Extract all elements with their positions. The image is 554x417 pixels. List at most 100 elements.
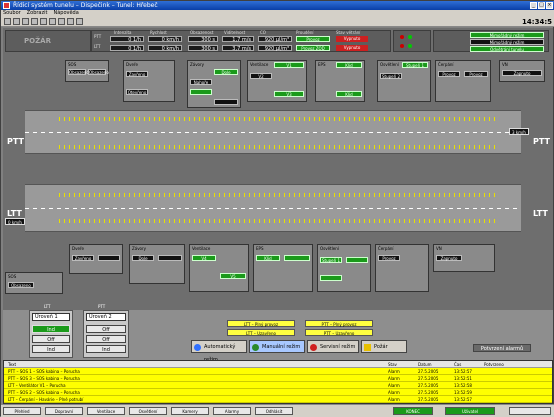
mode-summary-1: Mimořádný režim (470, 32, 544, 38)
toolbar: 14:34:5 (1, 17, 554, 27)
group-barriers-top[interactable]: Závory Dole Nahoře (187, 60, 241, 108)
portal-ptt-left: PTT (7, 137, 24, 146)
group-pumping-top[interactable]: Čerpání Provoz Provoz (435, 60, 491, 102)
ptt-off-button[interactable]: Off (86, 325, 126, 333)
exit-button[interactable]: KONEC (393, 407, 433, 415)
user-icon[interactable] (58, 18, 65, 25)
lighting-row (59, 117, 499, 121)
group-sos-top[interactable]: SOS Obsazeno Obsazeno (65, 60, 109, 82)
ptt-flow: Provoz (296, 36, 330, 42)
ptt-closed-button[interactable]: PTT – Uzavřeno (305, 329, 373, 336)
signal-green-icon (408, 44, 412, 48)
automatic-mode-button[interactable]: Automatický režim (191, 340, 247, 363)
group-hv-top[interactable]: VN Zapnuto (499, 60, 545, 82)
status-value: Zavřeno (72, 255, 94, 261)
status-value: Klid (336, 62, 362, 68)
alarm-confirm-button[interactable]: Potvrzení alarmů (473, 344, 531, 352)
ltt-ind2-button[interactable]: Ind (32, 345, 70, 353)
group-label: EPS (318, 62, 326, 67)
lighting-row (59, 193, 499, 197)
log-row[interactable]: PTT – SOS 3 – SOS kabina – Porucha Alarm… (4, 375, 552, 382)
camera-icon[interactable] (49, 18, 56, 25)
portal-ltt-right: LTT (533, 209, 548, 218)
ltt-full-traffic-button[interactable]: LTT – Plný provoz (227, 320, 295, 327)
logout-button[interactable]: Odhlásit (255, 407, 293, 415)
help-icon[interactable] (76, 18, 83, 25)
ptt-full-traffic-button[interactable]: PTT – Plný provoz (305, 320, 373, 327)
traffic-header: PTT LTT Intenzita Rychlost Obsazenost Vi… (91, 30, 391, 52)
group-barriers-bottom[interactable]: Závory Dole (129, 244, 185, 284)
group-doors-top[interactable]: Dveře Zavřeno Otevřeno (123, 60, 175, 102)
nav-lighting-button[interactable]: Osvětlení (129, 407, 167, 415)
ptt-off2-button[interactable]: Off (86, 335, 126, 343)
log-row[interactable]: LTT – Čerpání – Havárie – Plné potrubí A… (4, 396, 552, 403)
nav-ventilation-button[interactable]: Ventilace (87, 407, 125, 415)
alarm-log: Text Stav Datum Čas Potvrzeno PTT – SOS … (3, 360, 553, 404)
nav-overview-button[interactable]: Přehled (3, 407, 41, 415)
control-area: LTT Úroveň 1 Ind Off Ind PTT Úroveň 2 Of… (3, 304, 553, 363)
print-icon[interactable] (31, 18, 38, 25)
ptt-ind-button[interactable]: Ind (86, 345, 126, 353)
fire-indicator[interactable]: POŽÁR (5, 30, 91, 52)
status-value: Obsazeno (8, 282, 34, 288)
log-row[interactable]: PTT – SOS 2 – SOS kabina – Porucha Alarm… (4, 389, 552, 396)
nav-traffic-button[interactable]: Dopravní (45, 407, 83, 415)
ltt-level-select[interactable]: Úroveň 1 (32, 313, 70, 321)
lane-divider (25, 208, 521, 209)
fire-label: POŽÁR (24, 37, 51, 45)
col-occupancy: Obsazenost (190, 30, 214, 35)
group-doors-bottom[interactable]: Dveře Zavřeno (69, 244, 123, 274)
title-bar: Řídicí systém tunelu – Dispečink – Tunel… (1, 1, 554, 10)
group-lighting-top[interactable]: Osvětlení Stupeň 1 Stupeň 2 (377, 60, 431, 102)
settings-icon[interactable] (67, 18, 74, 25)
col-ventilation: Stav větrání (336, 30, 361, 35)
group-lighting-bottom[interactable]: Osvětlení Stupeň 1 (317, 244, 371, 292)
group-pumping-bottom[interactable]: Čerpání Provoz (375, 244, 429, 292)
mode-summary-2: Mimořádný režim (470, 39, 544, 45)
nav-alarms-button[interactable]: Alarmy (213, 407, 251, 415)
menu-item-file[interactable]: Soubor (3, 10, 21, 17)
control-title: LTT (44, 304, 51, 309)
status-value: Nahoře (190, 79, 212, 85)
group-eps-top[interactable]: EPS Klid Klid (315, 60, 365, 102)
home-icon[interactable] (4, 18, 11, 25)
ltt-ventilation: Vypnuto (336, 45, 368, 51)
close-icon[interactable]: × (546, 2, 553, 9)
log-cell: LTT – Ventilátor V1 – Porucha (8, 383, 66, 388)
service-mode-button[interactable]: Servisní režim (307, 340, 359, 353)
group-ventilation-top[interactable]: Ventilace V1 V2 V3 (247, 60, 307, 102)
menu-item-help[interactable]: Nápověda (53, 10, 78, 17)
ptt-speed: 0 km/h (148, 36, 182, 43)
ltt-ind-button[interactable]: Ind (32, 325, 70, 333)
ptt-level-control: PTT Úroveň 2 Off Off Ind (83, 304, 129, 358)
log-row[interactable]: PTT – SOS 1 – SOS kabina – Porucha Alarm… (4, 368, 552, 375)
forward-icon[interactable] (22, 18, 29, 25)
ltt-closed-button[interactable]: LTT – Uzavřeno (227, 329, 295, 336)
mode-label: Servisní režim (320, 344, 356, 350)
group-hv-bottom[interactable]: VN Zapnuto (433, 244, 495, 272)
ltt-flow: Provoz ZOD (296, 45, 330, 51)
ptt-level-select[interactable]: Úroveň 2 (86, 313, 126, 321)
group-sos-bottom[interactable]: SOS Obsazeno (5, 272, 63, 294)
alarm-icon[interactable] (40, 18, 47, 25)
group-label: VN (436, 246, 442, 251)
log-cell: 27.5.2005 (418, 383, 439, 388)
group-eps-bottom[interactable]: EPS Klid (253, 244, 313, 292)
log-col-state: Stav (388, 362, 397, 367)
menu-item-view[interactable]: Zobrazit (27, 10, 48, 17)
fire-mode-button[interactable]: Požár (361, 340, 407, 353)
minimize-icon[interactable]: _ (530, 2, 537, 9)
log-row[interactable]: LTT – Ventilátor V1 – Porucha Alarm 27.5… (4, 382, 552, 389)
ptt-speed-display: 3 km/h (509, 128, 529, 135)
manual-mode-button[interactable]: Manuální režim (249, 340, 305, 353)
nav-cameras-button[interactable]: Kamery (171, 407, 209, 415)
group-ventilation-bottom[interactable]: Ventilace V4 V5 (189, 244, 249, 292)
log-cell: 27.5.2005 (418, 397, 439, 402)
log-cell: Alarm (388, 369, 400, 374)
log-cell: PTT – SOS 3 – SOS kabina – Porucha (8, 376, 80, 381)
back-icon[interactable] (13, 18, 20, 25)
status-bar: Přehled Dopravní Ventilace Osvětlení Kam… (1, 404, 554, 417)
maximize-icon[interactable]: □ (538, 2, 545, 9)
clock: 14:34:5 (522, 18, 552, 26)
ltt-off-button[interactable]: Off (32, 335, 70, 343)
